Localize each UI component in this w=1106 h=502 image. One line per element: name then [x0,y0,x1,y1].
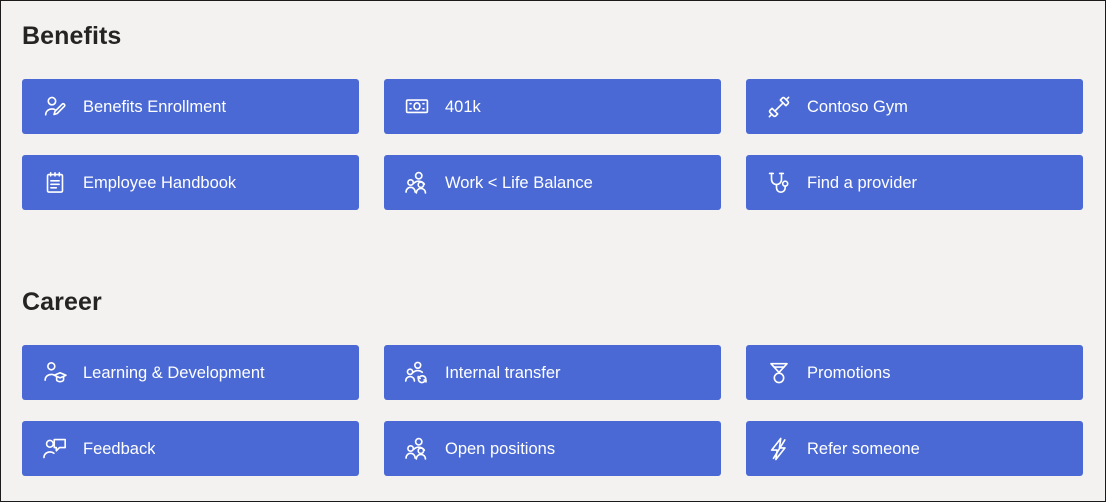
tile-label: Promotions [807,363,891,382]
people-group-icon [404,436,430,462]
tile-grid-career: Learning & Development Internal transfer P… [22,345,1085,476]
tile-find-a-provider[interactable]: Find a provider [746,155,1083,210]
dumbbell-icon [766,94,792,120]
money-bill-icon [404,94,430,120]
people-group-icon [404,170,430,196]
tile-grid-benefits: Benefits Enrollment 401k Contoso Gym Employ… [22,79,1085,210]
people-sync-icon [404,360,430,386]
tile-employee-handbook[interactable]: Employee Handbook [22,155,359,210]
award-medal-icon [766,360,792,386]
tile-label: Employee Handbook [83,173,237,192]
hr-portal-panel: Benefits Benefits Enrollment 401k Contoso … [0,0,1106,502]
tile-open-positions[interactable]: Open positions [384,421,721,476]
tile-label: 401k [445,97,481,116]
tile-401k[interactable]: 401k [384,79,721,134]
person-feedback-icon [42,436,68,462]
tile-internal-transfer[interactable]: Internal transfer [384,345,721,400]
tile-label: Feedback [83,439,156,458]
tile-label: Work < Life Balance [445,173,593,192]
tile-label: Refer someone [807,439,920,458]
tile-learning-development[interactable]: Learning & Development [22,345,359,400]
stethoscope-icon [766,170,792,196]
tile-label: Internal transfer [445,363,561,382]
tile-promotions[interactable]: Promotions [746,345,1083,400]
tile-work-life-balance[interactable]: Work < Life Balance [384,155,721,210]
tile-label: Open positions [445,439,556,458]
person-graduation-cap-icon [42,360,68,386]
person-edit-icon [42,94,68,120]
section-title-career: Career [22,288,102,316]
tile-label: Find a provider [807,173,918,192]
section-title-benefits: Benefits [22,22,122,50]
tile-contoso-gym[interactable]: Contoso Gym [746,79,1083,134]
notebook-icon [42,170,68,196]
tile-label: Learning & Development [83,363,265,382]
tile-label: Contoso Gym [807,97,908,116]
tile-refer-someone[interactable]: Refer someone [746,421,1083,476]
tile-feedback[interactable]: Feedback [22,421,359,476]
tile-benefits-enrollment[interactable]: Benefits Enrollment [22,79,359,134]
tile-label: Benefits Enrollment [83,97,227,116]
lightning-bolt-icon [766,436,792,462]
